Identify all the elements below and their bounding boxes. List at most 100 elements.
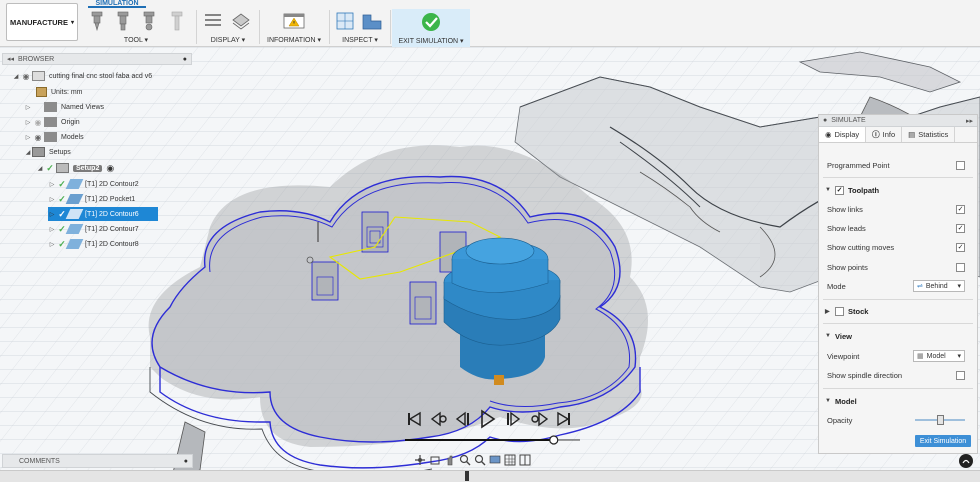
grid-settings-icon[interactable] — [504, 454, 516, 466]
triangle-down-icon[interactable]: ▼ — [825, 187, 835, 193]
view-section[interactable]: ▼ View — [825, 329, 971, 343]
tab-display[interactable]: ◉ Display — [819, 127, 867, 142]
toolbar-divider — [390, 10, 391, 44]
tree-item-operation[interactable]: ▷ ✓ [T1] 2D Pocket1 — [48, 192, 135, 206]
show-points-row: Show points — [827, 260, 969, 274]
option-label: Show cutting moves — [827, 242, 895, 252]
viewpoint-row: Viewpoint ▦ Model ▾ — [827, 349, 969, 363]
inspect-group[interactable]: INSPECT ▾ — [332, 8, 388, 46]
tab-simulation[interactable]: SIMULATION — [88, 0, 146, 8]
eye-icon[interactable]: ◉ — [32, 118, 44, 127]
eye-icon[interactable]: ◉ — [20, 72, 32, 81]
viewports-icon[interactable] — [519, 454, 531, 466]
tool-icons — [91, 11, 183, 32]
triangle-down-icon[interactable]: ▼ — [825, 398, 835, 404]
option-label: Mode — [827, 281, 846, 291]
help-icon[interactable] — [959, 454, 973, 468]
model-section[interactable]: ▼ Model — [825, 394, 971, 408]
show-links-checkbox[interactable]: ✓ — [956, 204, 965, 214]
folder-icon — [44, 102, 57, 112]
triangle-right-icon[interactable]: ▶ — [825, 308, 835, 315]
stock-section[interactable]: ▶ Stock — [825, 304, 971, 318]
spindle-direction-checkbox[interactable] — [956, 370, 965, 380]
tree-item-setup2[interactable]: ◢ ✓ Setup2 ◉ — [36, 161, 114, 175]
comments-header[interactable]: COMMENTS ● — [2, 454, 193, 468]
toolpath-section[interactable]: ▼ ✓ Toolpath — [825, 183, 971, 197]
show-cutting-moves-row: Show cutting moves ✓ — [827, 240, 969, 254]
look-at-icon[interactable] — [429, 454, 441, 466]
section-title: View — [835, 331, 852, 341]
triangle-right-icon[interactable]: ▷ — [48, 241, 56, 248]
show-cutting-moves-checkbox[interactable]: ✓ — [956, 242, 965, 252]
display-group[interactable]: DISPLAY ▾ — [200, 8, 256, 46]
opacity-slider-thumb[interactable] — [936, 415, 944, 425]
tab-info[interactable]: ⓘ Info — [866, 127, 903, 142]
tree-item-models[interactable]: ▷ ◉ Models — [24, 130, 84, 144]
opacity-slider[interactable] — [915, 415, 965, 425]
triangle-right-icon[interactable]: ▷ — [24, 119, 32, 126]
tab-label: Display — [834, 130, 860, 139]
triangle-right-icon[interactable]: ▷ — [24, 104, 32, 111]
show-points-checkbox[interactable] — [956, 262, 965, 272]
option-label: Show leads — [827, 223, 866, 233]
close-icon[interactable]: ● — [183, 56, 187, 63]
eye-icon[interactable]: ◉ — [32, 133, 44, 142]
behind-icon: ⇌ — [917, 283, 923, 290]
playback-scrubber[interactable] — [549, 435, 559, 445]
triangle-down-icon[interactable]: ◢ — [24, 149, 32, 156]
settings-icon[interactable]: ● — [184, 458, 188, 465]
browser-header: ◂◂ BROWSER ● — [2, 53, 192, 65]
triangle-down-icon[interactable]: ▼ — [825, 333, 835, 339]
settings-icon[interactable]: ● — [823, 117, 827, 124]
orbit-icon[interactable] — [414, 454, 426, 466]
tree-item-label: Models — [61, 133, 84, 141]
mode-dropdown[interactable]: ⇌ Behind ▾ — [913, 280, 965, 292]
triangle-right-icon[interactable]: ▷ — [48, 211, 56, 218]
triangle-down-icon[interactable]: ◢ — [12, 73, 20, 80]
triangle-down-icon[interactable]: ◢ — [36, 165, 44, 172]
workspace-switcher[interactable]: MANUFACTURE ▾ — [6, 3, 78, 41]
triangle-right-icon[interactable]: ▷ — [48, 196, 56, 203]
stock-checkbox[interactable] — [835, 306, 844, 316]
comments-panel[interactable]: COMMENTS ● — [2, 454, 193, 468]
tree-item-operation[interactable]: ▷ ✓ [T1] 2D Contour8 — [48, 237, 139, 251]
information-group-label: INFORMATION ▾ — [267, 37, 321, 44]
tree-item-origin[interactable]: ▷ ◉ Origin — [24, 115, 80, 129]
tree-item-document[interactable]: ◢ ◉ cutting final cnc stool faba acd v6 — [12, 69, 152, 83]
display-group-label: DISPLAY ▾ — [210, 37, 246, 44]
collapse-panel-icon[interactable]: ◂◂ — [7, 55, 14, 63]
check-circle-icon — [422, 13, 440, 31]
exit-simulation-button[interactable]: Exit Simulation — [915, 435, 971, 447]
zoom-icon[interactable] — [459, 454, 471, 466]
option-label: Viewpoint — [827, 351, 860, 361]
toolpath-checkbox[interactable]: ✓ — [835, 185, 844, 195]
exit-simulation-group[interactable]: EXIT SIMULATION ▾ — [392, 9, 470, 47]
display-settings-icon[interactable] — [489, 454, 501, 466]
zoom-window-icon[interactable] — [474, 454, 486, 466]
pan-icon[interactable] — [444, 454, 456, 466]
programmed-point-checkbox[interactable] — [956, 160, 965, 170]
tree-item-units[interactable]: Units: mm — [36, 85, 83, 99]
triangle-right-icon[interactable]: ▷ — [24, 134, 32, 141]
timeline-bar — [0, 470, 980, 482]
tool-group[interactable]: TOOL ▾ — [86, 8, 194, 46]
triangle-right-icon[interactable]: ▷ — [48, 181, 56, 188]
expand-panel-icon[interactable]: ▸▸ — [966, 117, 973, 125]
timeline-marker[interactable] — [465, 471, 469, 481]
option-label: Show points — [827, 262, 868, 272]
tree-item-setups[interactable]: ◢ Setups — [24, 145, 71, 159]
tree-item-named-views[interactable]: ▷ Named Views — [24, 100, 104, 114]
show-leads-checkbox[interactable]: ✓ — [956, 223, 965, 233]
simulate-tabs: ◉ Display ⓘ Info ▤ Statistics — [819, 127, 977, 143]
tree-item-operation[interactable]: ▷ ✓ [T1] 2D Contour7 — [48, 222, 139, 236]
viewpoint-dropdown[interactable]: ▦ Model ▾ — [913, 350, 965, 362]
toolbar: MANUFACTURE ▾ SIMULATION TOOL ▾ DISPLAY … — [0, 0, 980, 47]
dropdown-value: Model — [926, 352, 946, 360]
tree-item-operation[interactable]: ▷ ✓ [T1] 2D Contour2 — [48, 177, 139, 191]
tab-statistics[interactable]: ▤ Statistics — [902, 127, 956, 142]
information-group[interactable]: INFORMATION ▾ — [262, 8, 326, 46]
triangle-right-icon[interactable]: ▷ — [48, 226, 56, 233]
programmed-point-row: Programmed Point — [827, 158, 969, 172]
tree-item-operation-selected[interactable]: ▷ ✓ [T1] 2D Contour6 — [48, 207, 158, 221]
comments-title: COMMENTS — [19, 457, 60, 465]
